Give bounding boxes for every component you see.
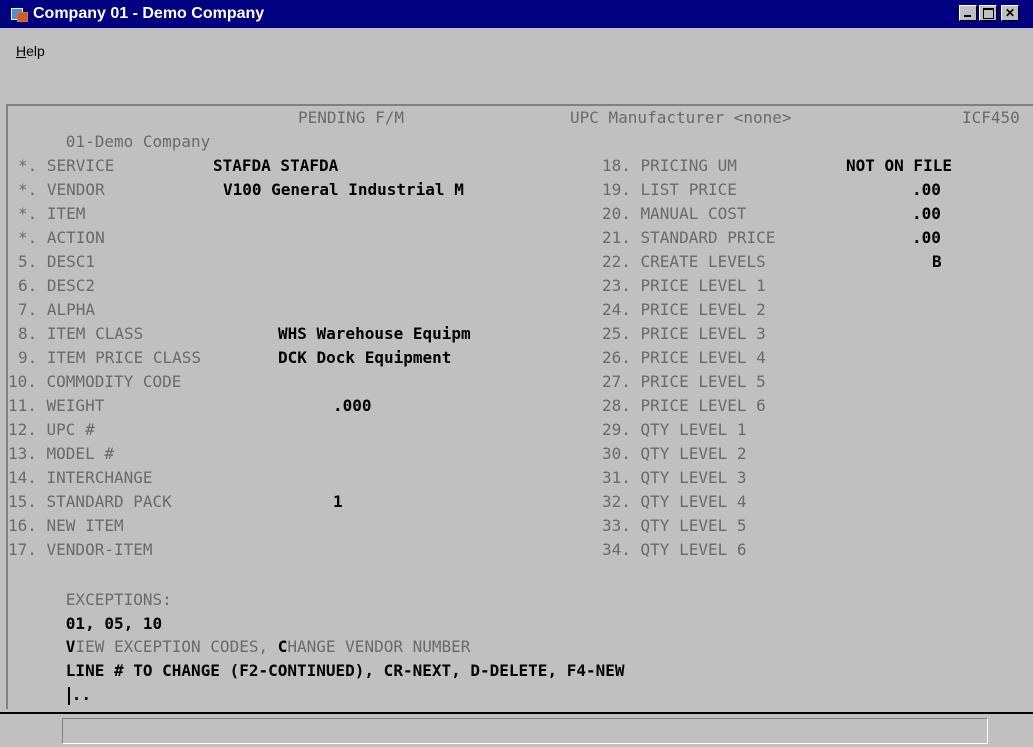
program-id: ICF450 xyxy=(962,108,1020,127)
left-field-label: 15. STANDARD PACK xyxy=(8,492,172,511)
right-field-label: 31. QTY LEVEL 3 xyxy=(602,468,747,487)
prompt-input[interactable]: .. xyxy=(72,685,91,704)
minimize-icon[interactable] xyxy=(959,5,977,21)
left-field-label: 12. UPC # xyxy=(8,420,95,439)
left-field-value[interactable]: DCK Dock Equipment xyxy=(278,346,451,370)
menu-help-label: elp xyxy=(26,43,45,59)
left-field-label: 5. DESC1 xyxy=(18,252,96,271)
left-field-label: 17. VENDOR-ITEM xyxy=(8,540,153,559)
upc-manufacturer: UPC Manufacturer <none> xyxy=(570,108,792,127)
left-field-value[interactable]: 1 xyxy=(333,490,343,514)
left-field-value[interactable]: STAFDA STAFDA xyxy=(213,154,338,178)
maximize-icon[interactable] xyxy=(979,5,997,21)
right-field-label: 19. LIST PRICE xyxy=(602,180,737,199)
right-field-value[interactable]: .00 xyxy=(912,226,941,250)
left-field-label: 6. DESC2 xyxy=(18,276,96,295)
app-icon[interactable] xyxy=(11,6,28,22)
close-icon[interactable]: ✕ xyxy=(1001,5,1019,21)
left-field-label: 8. ITEM CLASS xyxy=(18,324,144,343)
right-field-label: 28. PRICE LEVEL 6 xyxy=(602,396,766,415)
status-field xyxy=(62,718,988,744)
right-field-label: 30. QTY LEVEL 2 xyxy=(602,444,747,463)
right-field-label: 18. PRICING UM xyxy=(602,156,737,175)
right-field-label: 29. QTY LEVEL 1 xyxy=(602,420,747,439)
left-field-value[interactable]: WHS Warehouse Equipm xyxy=(278,322,471,346)
right-field-label: 34. QTY LEVEL 6 xyxy=(602,540,747,559)
left-field-label: 9. ITEM PRICE CLASS xyxy=(18,348,202,367)
left-field-label: 11. WEIGHT xyxy=(8,396,105,415)
right-field-label: 26. PRICE LEVEL 4 xyxy=(602,348,766,367)
company-name: 01-Demo Company xyxy=(65,132,211,151)
left-field-label: *. VENDOR xyxy=(18,180,105,199)
left-field-label: 16. NEW ITEM xyxy=(8,516,124,535)
terminal-screen[interactable]: 01-Demo Company PENDING F/M UPC Manufact… xyxy=(6,104,1033,709)
right-field-label: 24. PRICE LEVEL 2 xyxy=(602,300,766,319)
mode-label: PENDING F/M xyxy=(298,108,404,127)
status-bar xyxy=(0,712,1033,747)
right-field-label: 32. QTY LEVEL 4 xyxy=(602,492,747,511)
right-field-value[interactable]: .00 xyxy=(912,178,941,202)
right-field-value[interactable]: NOT ON FILE xyxy=(846,154,952,178)
left-field-label: 10. COMMODITY CODE xyxy=(8,372,182,391)
right-field-value[interactable]: .00 xyxy=(912,202,941,226)
text-cursor xyxy=(67,686,70,705)
right-field-label: 33. QTY LEVEL 5 xyxy=(602,516,747,535)
right-field-label: 22. CREATE LEVELS xyxy=(602,252,766,271)
left-field-label: 7. ALPHA xyxy=(18,300,96,319)
title-bar: Company 01 - Demo Company ✕ xyxy=(0,0,1033,28)
right-field-label: 21. STANDARD PRICE xyxy=(602,228,776,247)
window-title: Company 01 - Demo Company xyxy=(33,5,265,22)
right-field-label: 27. PRICE LEVEL 5 xyxy=(602,372,766,391)
left-field-label: *. SERVICE xyxy=(18,156,115,175)
exceptions-label: EXCEPTIONS: xyxy=(65,590,172,609)
left-field-value[interactable]: V100 General Industrial M xyxy=(223,178,464,202)
right-field-value[interactable]: B xyxy=(932,250,942,274)
left-field-label: *. ACTION xyxy=(18,228,105,247)
left-field-label: 14. INTERCHANGE xyxy=(8,468,153,487)
right-field-label: 20. MANUAL COST xyxy=(602,204,747,223)
menu-help-mnemonic: H xyxy=(16,43,27,59)
left-field-value[interactable]: .000 xyxy=(333,394,372,418)
menu-help[interactable]: Help xyxy=(16,43,45,59)
menu-bar: Help xyxy=(0,28,1033,59)
left-field-label: *. ITEM xyxy=(18,204,86,223)
right-field-label: 23. PRICE LEVEL 1 xyxy=(602,276,766,295)
prompt-text: LINE # TO CHANGE (F2-CONTINUED), CR-NEXT… xyxy=(65,661,625,680)
right-field-label: 25. PRICE LEVEL 3 xyxy=(602,324,766,343)
left-field-label: 13. MODEL # xyxy=(8,444,114,463)
